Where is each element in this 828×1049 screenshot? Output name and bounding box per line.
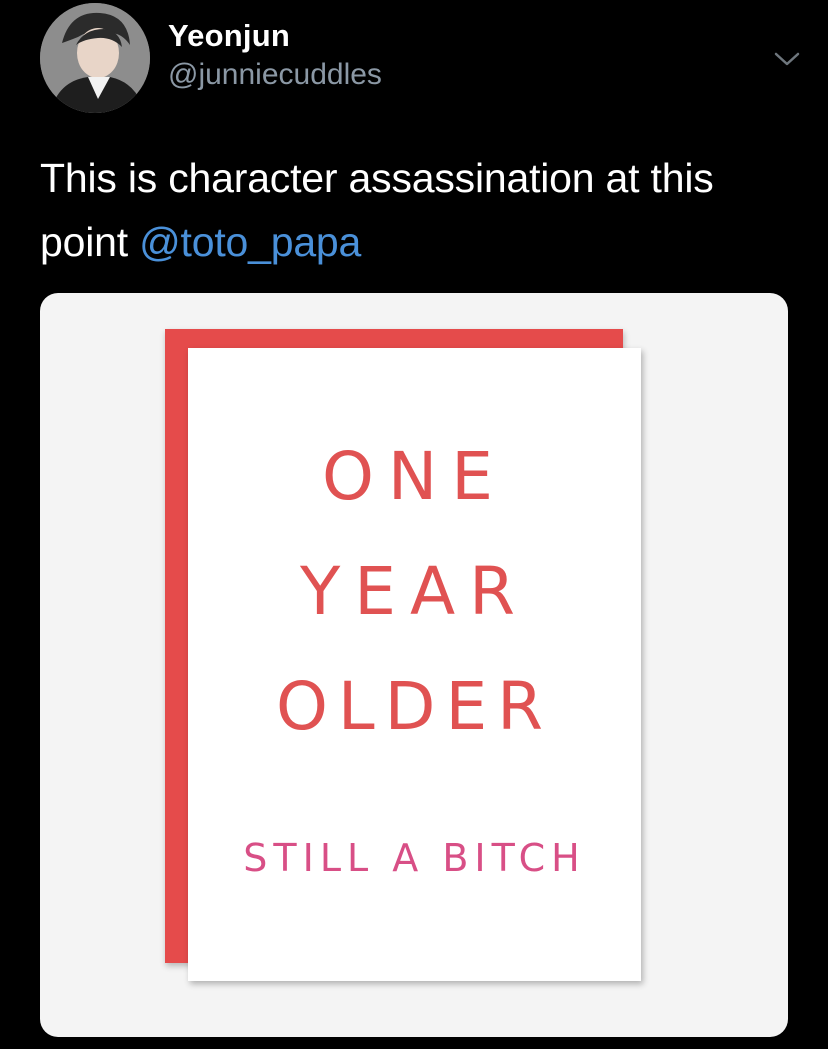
display-name[interactable]: Yeonjun xyxy=(168,18,290,54)
card-line-2: YEAR xyxy=(299,553,530,630)
user-handle[interactable]: @junniecuddles xyxy=(168,58,382,92)
avatar[interactable] xyxy=(40,3,150,113)
card-line-1: ONE xyxy=(321,438,508,515)
greeting-card: ONE YEAR OLDER STILL A BITCH xyxy=(188,348,641,981)
profile-photo-icon xyxy=(40,3,150,113)
card-line-4: STILL A BITCH xyxy=(243,836,586,880)
tweet-header: Yeonjun @junniecuddles xyxy=(40,0,800,120)
tweet-text: This is character assassination at this … xyxy=(40,146,800,274)
card-line-3: OLDER xyxy=(275,668,554,745)
chevron-down-icon[interactable] xyxy=(770,46,804,72)
mention-link[interactable]: @toto_papa xyxy=(139,219,361,265)
tweet-media[interactable]: ONE YEAR OLDER STILL A BITCH xyxy=(40,293,788,1037)
